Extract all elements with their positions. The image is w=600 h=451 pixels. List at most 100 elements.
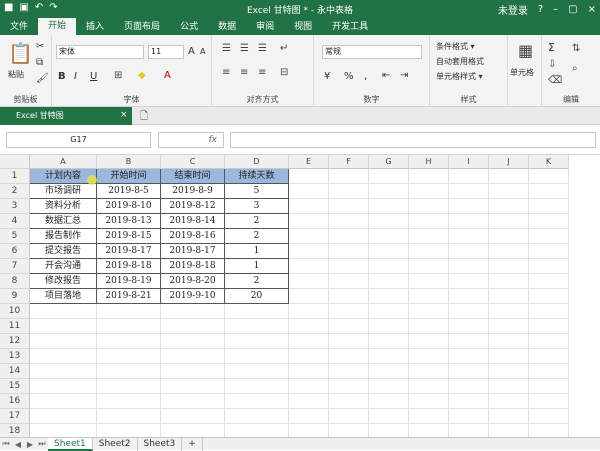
cell-f14[interactable]: [329, 364, 369, 379]
cell-j4[interactable]: [489, 214, 529, 229]
cell-g11[interactable]: [369, 319, 409, 334]
column-header-a[interactable]: A: [30, 155, 97, 169]
cell-d17[interactable]: [225, 409, 289, 424]
tab-view[interactable]: 视图: [284, 20, 322, 35]
close-doc-icon[interactable]: ×: [120, 110, 128, 120]
cell-j9[interactable]: [489, 289, 529, 304]
row-header-5[interactable]: 5: [0, 229, 30, 244]
cell-j8[interactable]: [489, 274, 529, 289]
cell-k7[interactable]: [529, 259, 569, 274]
cell-b3[interactable]: 2019-8-10: [97, 199, 161, 214]
cell-k8[interactable]: [529, 274, 569, 289]
cell-a16[interactable]: [30, 394, 97, 409]
first-sheet-icon[interactable]: ⏮: [0, 439, 12, 449]
cell-a12[interactable]: [30, 334, 97, 349]
cell-k1[interactable]: [529, 169, 569, 184]
row-header-4[interactable]: 4: [0, 214, 30, 229]
cell-b16[interactable]: [97, 394, 161, 409]
cell-a13[interactable]: [30, 349, 97, 364]
cell-b9[interactable]: 2019-8-21: [97, 289, 161, 304]
cell-k6[interactable]: [529, 244, 569, 259]
cell-e11[interactable]: [289, 319, 329, 334]
cell-d4[interactable]: 2: [225, 214, 289, 229]
cell-g8[interactable]: [369, 274, 409, 289]
cell-e2[interactable]: [289, 184, 329, 199]
cell-g13[interactable]: [369, 349, 409, 364]
cell-g6[interactable]: [369, 244, 409, 259]
align-left-icon[interactable]: ≡: [222, 67, 230, 78]
cell-k16[interactable]: [529, 394, 569, 409]
cell-d5[interactable]: 2: [225, 229, 289, 244]
cell-f10[interactable]: [329, 304, 369, 319]
cell-k18[interactable]: [529, 424, 569, 437]
cell-i17[interactable]: [449, 409, 489, 424]
cell-h9[interactable]: [409, 289, 449, 304]
cell-e15[interactable]: [289, 379, 329, 394]
currency-button[interactable]: ¥: [324, 71, 330, 82]
cell-g5[interactable]: [369, 229, 409, 244]
tab-insert[interactable]: 插入: [76, 20, 114, 35]
column-header-k[interactable]: K: [529, 155, 569, 169]
tab-developer[interactable]: 开发工具: [322, 20, 378, 35]
cell-b15[interactable]: [97, 379, 161, 394]
increase-decimal-icon[interactable]: ⇤: [382, 70, 390, 81]
cell-e13[interactable]: [289, 349, 329, 364]
row-header-15[interactable]: 15: [0, 379, 30, 394]
cell-f15[interactable]: [329, 379, 369, 394]
column-header-e[interactable]: E: [289, 155, 329, 169]
cell-b12[interactable]: [97, 334, 161, 349]
merge-cells-icon[interactable]: ⊟: [280, 67, 288, 78]
cell-k14[interactable]: [529, 364, 569, 379]
cell-d1[interactable]: 持续天数: [225, 169, 289, 184]
cell-i8[interactable]: [449, 274, 489, 289]
restore-button[interactable]: ▢: [568, 4, 577, 15]
cell-j1[interactable]: [489, 169, 529, 184]
format-painter-icon[interactable]: 🖌: [36, 73, 49, 84]
cell-e1[interactable]: [289, 169, 329, 184]
cell-j15[interactable]: [489, 379, 529, 394]
minimize-button[interactable]: –: [553, 4, 558, 15]
cell-g3[interactable]: [369, 199, 409, 214]
sheet-tab-2[interactable]: Sheet2: [93, 437, 138, 451]
cell-h1[interactable]: [409, 169, 449, 184]
cell-h6[interactable]: [409, 244, 449, 259]
align-center-icon[interactable]: ≡: [240, 67, 248, 78]
name-box[interactable]: G17: [6, 132, 151, 148]
cell-a9[interactable]: 项目落地: [30, 289, 97, 304]
cut-icon[interactable]: ✂: [36, 41, 44, 52]
cell-h17[interactable]: [409, 409, 449, 424]
column-header-j[interactable]: J: [489, 155, 529, 169]
font-color-icon[interactable]: A: [164, 70, 171, 81]
cell-f2[interactable]: [329, 184, 369, 199]
auto-table-format-button[interactable]: 自动套用格式: [436, 56, 484, 67]
cell-h3[interactable]: [409, 199, 449, 214]
cell-d12[interactable]: [225, 334, 289, 349]
cell-j16[interactable]: [489, 394, 529, 409]
cell-c15[interactable]: [161, 379, 225, 394]
row-header-16[interactable]: 16: [0, 394, 30, 409]
cell-b2[interactable]: 2019-8-5: [97, 184, 161, 199]
tab-formulas[interactable]: 公式: [170, 20, 208, 35]
align-middle-icon[interactable]: ☰: [240, 43, 249, 54]
shrink-font-button[interactable]: A: [200, 47, 205, 56]
last-sheet-icon[interactable]: ⏭: [36, 439, 48, 449]
cell-b18[interactable]: [97, 424, 161, 437]
cell-f7[interactable]: [329, 259, 369, 274]
column-header-g[interactable]: G: [369, 155, 409, 169]
cell-a14[interactable]: [30, 364, 97, 379]
tab-data[interactable]: 数据: [208, 20, 246, 35]
cell-k11[interactable]: [529, 319, 569, 334]
sheet-tab-1[interactable]: Sheet1: [48, 437, 93, 451]
cell-d16[interactable]: [225, 394, 289, 409]
cell-c8[interactable]: 2019-8-20: [161, 274, 225, 289]
cell-g7[interactable]: [369, 259, 409, 274]
cell-i9[interactable]: [449, 289, 489, 304]
font-name-select[interactable]: 宋体: [56, 45, 144, 59]
cell-i11[interactable]: [449, 319, 489, 334]
cell-d14[interactable]: [225, 364, 289, 379]
cell-i6[interactable]: [449, 244, 489, 259]
tab-home[interactable]: 开始: [38, 18, 77, 35]
cell-e14[interactable]: [289, 364, 329, 379]
cell-b13[interactable]: [97, 349, 161, 364]
tab-file[interactable]: 文件: [0, 20, 38, 35]
